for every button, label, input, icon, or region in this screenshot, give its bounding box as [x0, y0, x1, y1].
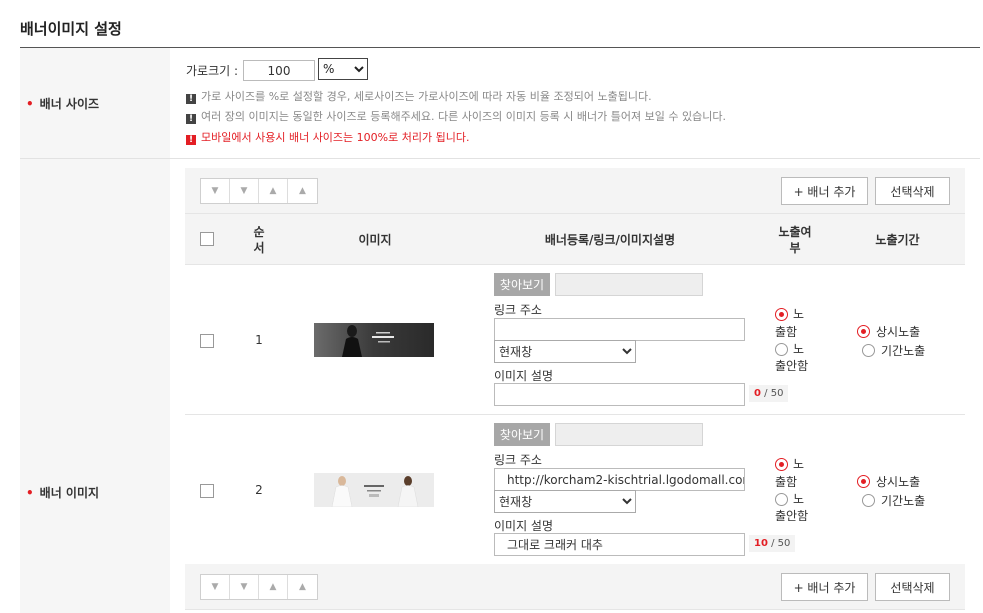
banner-thumbnail — [314, 323, 434, 357]
hide-radio[interactable] — [775, 343, 788, 356]
show-radio-label-2: 출함 — [775, 325, 798, 339]
hide-radio-label-2: 출안함 — [775, 509, 809, 523]
show-radio[interactable] — [775, 458, 788, 471]
file-path-field[interactable] — [555, 423, 703, 446]
move-down-icon[interactable]: ▼ — [230, 575, 259, 599]
desc-label: 이미지 설명 — [494, 369, 554, 383]
period-radio-label: 기간노출 — [881, 344, 926, 358]
column-register: 배너등록/링크/이미지설명 — [544, 233, 676, 247]
banner-image-2 — [314, 473, 434, 507]
hide-radio-label-2: 출안함 — [775, 359, 809, 373]
column-period: 노출기간 — [875, 233, 920, 247]
link-target-select[interactable]: 현재창 — [494, 340, 636, 363]
hide-radio-label: 노 — [793, 342, 805, 356]
row-order: 1 — [255, 333, 263, 347]
banner-image-label-cell: • 배너 이미지 — [20, 159, 170, 613]
file-path-field[interactable] — [555, 273, 703, 296]
link-url-input[interactable] — [494, 468, 745, 491]
char-counter: 0 / 50 — [749, 385, 789, 402]
required-dot: • — [26, 486, 34, 500]
find-file-button[interactable]: 찾아보기 — [494, 273, 550, 296]
always-radio-label: 상시노출 — [876, 325, 921, 339]
link-label: 링크 주소 — [494, 303, 542, 317]
show-radio-label-2: 출함 — [775, 475, 798, 489]
image-desc-input[interactable] — [494, 533, 745, 556]
size-note-2: ! 여러 장의 이미지는 동일한 사이즈로 등록해주세요. 다른 사이즈의 이미지… — [186, 108, 726, 124]
column-order: 순서 — [253, 225, 265, 255]
move-buttons: ▼ ▼ ▲ ▲ — [200, 574, 318, 600]
banner-image-1 — [314, 323, 434, 357]
width-label: 가로크기 : — [186, 64, 239, 78]
hide-radio-label: 노 — [793, 492, 805, 506]
link-url-input[interactable] — [494, 318, 745, 341]
always-radio[interactable] — [857, 325, 870, 338]
image-desc-input[interactable] — [494, 383, 745, 406]
move-top-icon[interactable]: ▲ — [288, 575, 317, 599]
show-radio-label: 노 — [793, 457, 805, 471]
required-dot: • — [26, 97, 34, 111]
move-up-icon[interactable]: ▲ — [259, 575, 288, 599]
delete-selected-button[interactable]: 선택삭제 — [875, 177, 950, 205]
info-icon: ! — [186, 94, 196, 104]
period-radio[interactable] — [862, 344, 875, 357]
link-target-select[interactable]: 현재창 — [494, 490, 636, 513]
add-banner-button[interactable]: + 배너 추가 — [781, 573, 868, 601]
size-unit-select[interactable]: % — [318, 58, 368, 80]
row-order: 2 — [255, 483, 263, 497]
move-top-icon[interactable]: ▲ — [288, 179, 317, 203]
width-input[interactable] — [243, 60, 315, 81]
desc-label: 이미지 설명 — [494, 519, 554, 533]
row-divider — [185, 414, 965, 415]
row-checkbox[interactable] — [200, 334, 214, 348]
always-radio[interactable] — [857, 475, 870, 488]
move-buttons: ▼ ▼ ▲ ▲ — [200, 178, 318, 204]
row-checkbox[interactable] — [200, 484, 214, 498]
banner-toolbar-top: ▼ ▼ ▲ ▲ + 배너 추가 선택삭제 — [185, 168, 965, 214]
show-radio[interactable] — [775, 308, 788, 321]
size-note-3: ! 모바일에서 사용시 배너 사이즈는 100%로 처리가 됩니다. — [186, 129, 469, 145]
page-title: 배너이미지 설정 — [20, 20, 122, 38]
size-note-1: ! 가로 사이즈를 %로 설정할 경우, 세로사이즈는 가로사이즈에 따라 자동 … — [186, 88, 652, 104]
column-exposure: 노출여 부 — [778, 225, 812, 255]
banner-size-label: 배너 사이즈 — [39, 97, 100, 111]
banner-thumbnail — [314, 473, 434, 507]
move-up-icon[interactable]: ▲ — [259, 179, 288, 203]
info-icon: ! — [186, 114, 196, 124]
add-banner-button[interactable]: + 배너 추가 — [781, 177, 868, 205]
period-radio-label: 기간노출 — [881, 494, 926, 508]
banner-table-header: 순서 이미지 배너등록/링크/이미지설명 노출여 부 노출기간 — [185, 214, 965, 265]
move-down-icon[interactable]: ▼ — [230, 179, 259, 203]
move-bottom-icon[interactable]: ▼ — [201, 179, 230, 203]
select-all-checkbox[interactable] — [200, 232, 214, 246]
banner-size-label-cell: • 배너 사이즈 — [20, 48, 170, 159]
banner-image-label: 배너 이미지 — [39, 486, 100, 500]
period-radio[interactable] — [862, 494, 875, 507]
delete-selected-button[interactable]: 선택삭제 — [875, 573, 950, 601]
hide-radio[interactable] — [775, 493, 788, 506]
section-divider — [170, 158, 980, 159]
column-image: 이미지 — [358, 233, 392, 247]
warning-icon: ! — [186, 135, 196, 145]
move-bottom-icon[interactable]: ▼ — [201, 575, 230, 599]
banner-toolbar-bottom: ▼ ▼ ▲ ▲ + 배너 추가 선택삭제 — [185, 564, 965, 610]
char-counter: 10 / 50 — [749, 535, 796, 552]
always-radio-label: 상시노출 — [876, 475, 921, 489]
find-file-button[interactable]: 찾아보기 — [494, 423, 550, 446]
link-label: 링크 주소 — [494, 453, 542, 467]
show-radio-label: 노 — [793, 307, 805, 321]
